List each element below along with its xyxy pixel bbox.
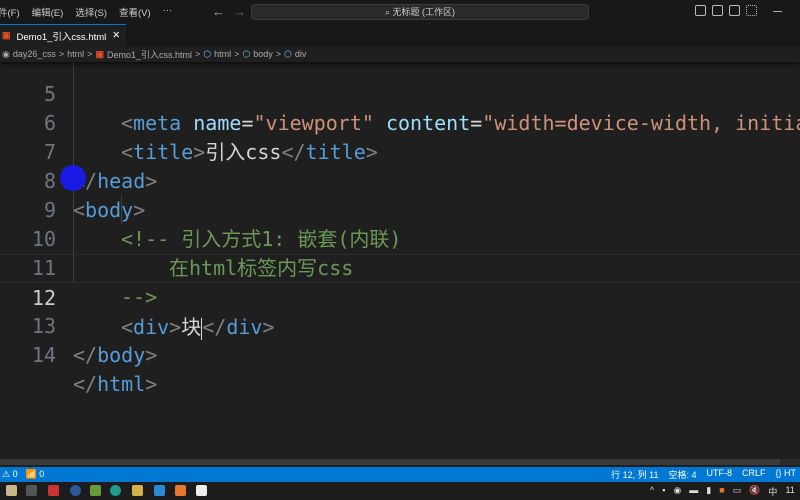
code-line-7: 7 </head> <box>0 109 800 193</box>
tok: </ <box>73 372 98 396</box>
menu-bar: 件(F) 编辑(E) 选择(S) 查看(V) ··· <box>0 5 172 19</box>
menu-more[interactable]: ··· <box>163 5 173 19</box>
encoding[interactable]: UTF-8 <box>706 468 732 481</box>
menu-file[interactable]: 件(F) <box>0 5 20 19</box>
tray-icon[interactable]: ▬ <box>689 485 698 498</box>
menu-view[interactable]: 查看(V) <box>119 5 151 19</box>
code-line-13: 13 </body> <box>0 283 800 367</box>
line-ending[interactable]: CRLF <box>742 468 766 481</box>
tab-bar: ▣ Demo1_引入css.html ✕ <box>0 24 800 46</box>
status-bar: ⚠ 0 📶 0 行 12, 列 11 空格: 4 UTF-8 CRLF {} H… <box>0 467 800 482</box>
toggle-panel-icon[interactable] <box>712 5 723 16</box>
minimize-button[interactable] <box>773 11 782 12</box>
tray-icon[interactable]: ◉ <box>673 485 681 498</box>
menu-edit[interactable]: 编辑(E) <box>32 5 64 19</box>
ports-indicator[interactable]: 📶 0 <box>26 469 45 480</box>
breadcrumb-div[interactable]: div <box>295 49 307 59</box>
typora-icon[interactable] <box>196 485 207 496</box>
app-icon[interactable] <box>175 485 186 496</box>
horizontal-scrollbar[interactable] <box>0 459 800 465</box>
symbol-icon: ⬡ <box>203 48 212 59</box>
separator: > <box>234 49 240 59</box>
title-bar: 件(F) 编辑(E) 选择(S) 查看(V) ··· ← → ⌕ 无标题 (工作区… <box>0 0 800 24</box>
breadcrumb-html[interactable]: html <box>214 49 231 59</box>
app-icon[interactable] <box>70 485 81 496</box>
customize-layout-icon[interactable] <box>746 5 757 16</box>
taskbar: ^ ▪ ◉ ▬ ▮ ■ ▭ 🔇 中 11 <box>0 482 800 500</box>
html-file-icon: ▣ <box>95 48 104 59</box>
breadcrumb-html-folder[interactable]: html <box>67 49 84 59</box>
tray-icon[interactable]: ■ <box>719 485 724 498</box>
toggle-secondary-sidebar-icon[interactable] <box>729 5 740 16</box>
tray-icon[interactable]: ▪ <box>662 485 665 498</box>
ime-indicator[interactable]: 中 <box>768 485 777 498</box>
edge-icon[interactable] <box>110 485 121 496</box>
tok: html <box>97 372 146 396</box>
tok: > <box>145 343 158 367</box>
app-icon[interactable] <box>90 485 101 496</box>
back-icon[interactable]: ← <box>212 4 225 19</box>
chevron-up-icon[interactable]: ^ <box>650 485 654 498</box>
tok: > <box>145 372 158 396</box>
cursor-position[interactable]: 行 12, 列 11 <box>611 468 658 481</box>
separator: > <box>194 49 201 59</box>
breadcrumb: ◉ day26_css > html > ▣ Demo1_引入css.html > ⬡… <box>0 46 800 62</box>
line-number: 14 <box>31 343 56 367</box>
breadcrumb-file[interactable]: Demo1_引入css.html <box>107 48 192 61</box>
tok: </ <box>73 343 98 367</box>
close-icon[interactable]: ✕ <box>112 30 120 41</box>
code-line-10: 10 在html标签内写css <box>0 196 800 280</box>
folder-icon: ◉ <box>2 48 10 59</box>
problems-indicator[interactable]: ⚠ 0 <box>2 469 18 480</box>
code-line-6: 6 <title>引入css</title> <box>0 80 800 164</box>
tab-label: Demo1_引入css.html <box>16 31 107 43</box>
microphone-icon[interactable]: ▮ <box>706 485 711 498</box>
indentation[interactable]: 空格: 4 <box>668 468 696 481</box>
command-center-search[interactable]: ⌕ 无标题 (工作区) <box>251 4 589 20</box>
terminal-icon[interactable] <box>26 485 37 496</box>
file-explorer-icon[interactable] <box>132 485 143 496</box>
separator: > <box>275 49 282 59</box>
vscode-icon[interactable] <box>154 485 165 496</box>
code-line-8: 8 <body> <box>0 138 800 222</box>
breadcrumb-body[interactable]: body <box>253 49 273 59</box>
mouse-pointer-highlight <box>60 165 86 191</box>
volume-muted-icon[interactable]: 🔇 <box>749 485 760 498</box>
code-line-11: 11 --> <box>0 225 800 309</box>
symbol-icon: ⬡ <box>284 48 292 59</box>
menu-selection[interactable]: 选择(S) <box>75 5 107 19</box>
app-icon[interactable] <box>48 485 59 496</box>
separator: > <box>87 49 93 59</box>
system-tray: ^ ▪ ◉ ▬ ▮ ■ ▭ 🔇 中 11 <box>650 485 795 498</box>
breadcrumb-folder[interactable]: day26_css <box>13 49 56 59</box>
symbol-icon: ⬡ <box>242 48 251 59</box>
code-line-9: 9 <!-- 引入方式1: 嵌套(内联) <box>0 167 800 251</box>
html-file-icon: ▣ <box>2 30 11 40</box>
code-editor[interactable]: 5 <meta name="viewport" content="width=d… <box>0 50 800 467</box>
clock[interactable]: 11 <box>785 485 794 498</box>
language-mode[interactable]: {} HT <box>775 468 796 481</box>
tab-demo1[interactable]: ▣ Demo1_引入css.html ✕ <box>0 24 127 46</box>
code-line-14: 14 </html> <box>0 312 800 396</box>
toggle-sidebar-icon[interactable] <box>695 5 706 16</box>
forward-icon[interactable]: → <box>233 4 246 19</box>
network-icon[interactable]: ▭ <box>733 485 742 498</box>
app-icon[interactable] <box>6 485 17 496</box>
code-line-12: 12 <div>块</div> <box>0 254 800 340</box>
separator: > <box>58 49 65 59</box>
tok: body <box>97 343 146 367</box>
